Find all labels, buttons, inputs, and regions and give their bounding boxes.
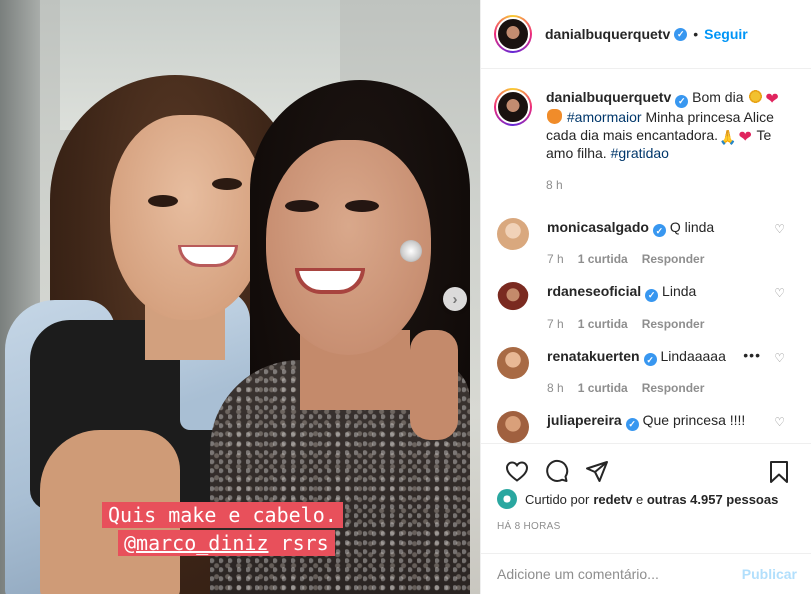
comment-item: rdaneseoficial ✓ Linda 7 h 1 curtida Respon…	[481, 282, 811, 333]
likes-user[interactable]: redetv	[593, 492, 632, 507]
likes-others[interactable]: outras 4.957 pessoas	[647, 492, 779, 507]
verified-icon: ✓	[652, 224, 666, 237]
heart-emoji-icon: ❤	[738, 128, 752, 146]
reply-button[interactable]: Responder	[642, 381, 705, 395]
comment-time[interactable]: 7 h	[547, 252, 564, 266]
girl-eye-right	[212, 178, 242, 190]
heart-icon[interactable]: ♡	[774, 351, 785, 365]
comment-item: monicasalgado ✓ Q linda 7 h 1 curtida Respo…	[481, 217, 811, 269]
comment-username[interactable]: rdaneseoficial	[547, 283, 641, 299]
comment-time[interactable]: 8 h	[547, 381, 564, 395]
comments-list[interactable]: danialbuquerquetv ✓ Bom dia ❤ #amormaior …	[481, 70, 811, 443]
image-caption-line-1: Quis make e cabelo.	[102, 502, 343, 528]
comment-icon[interactable]	[537, 451, 577, 491]
heart-icon[interactable]: ♡	[774, 286, 785, 300]
hashtag-amormaior[interactable]: #amormaior	[567, 109, 642, 125]
comment-item: renatakuerten ✓ Lindaaaaa 8 h 1 curtida Res…	[481, 346, 811, 398]
comment-meta: 8 h 1 curtida Responder	[547, 379, 757, 397]
likes-middle: e	[632, 491, 647, 507]
verified-icon: ✓	[643, 353, 657, 366]
avatar[interactable]	[497, 411, 529, 443]
woman-eye-right	[345, 200, 379, 212]
fox-emoji-icon	[547, 108, 562, 124]
heart-emoji-icon: ❤	[765, 91, 779, 108]
chevron-right-icon[interactable]: ›	[443, 287, 467, 311]
caption-username[interactable]: danialbuquerquetv	[546, 89, 671, 105]
verified-icon: ✓	[675, 94, 689, 108]
comment-text: Q linda	[669, 218, 715, 235]
comment-meta: 7 h 1 curtida Responder	[547, 250, 757, 268]
comment-likes[interactable]: 1 curtida	[578, 381, 628, 395]
post-time-ago[interactable]: HÁ 8 HORAS	[497, 521, 561, 532]
earring	[400, 240, 422, 262]
heart-icon[interactable]	[497, 451, 537, 491]
avatar[interactable]	[497, 282, 529, 314]
avatar[interactable]	[497, 489, 517, 509]
comment-likes[interactable]: 1 curtida	[578, 317, 628, 331]
caption-handle: marco_diniz	[136, 531, 269, 555]
girl-eye-left	[148, 195, 178, 207]
caption-avatar[interactable]	[494, 88, 532, 126]
heart-icon[interactable]: ♡	[774, 415, 785, 429]
comment-form: Publicar	[481, 553, 811, 594]
pray-emoji-icon: 🙏	[719, 128, 737, 145]
reply-button[interactable]: Responder	[642, 252, 705, 266]
comment-username[interactable]: monicasalgado	[547, 219, 649, 235]
post-side-panel: danialbuquerquetv ✓ • Seguir danialbuque…	[480, 0, 811, 594]
comment-text: Que princesa !!!!	[642, 412, 746, 428]
share-icon[interactable]	[577, 451, 617, 491]
comment-meta: 7 h 1 curtida Responder	[547, 315, 757, 333]
woman-eye-left	[285, 200, 319, 212]
comment-input[interactable]	[497, 566, 742, 582]
publish-button[interactable]: Publicar	[742, 566, 797, 582]
woman-hand	[410, 330, 458, 440]
girl-face	[110, 115, 265, 320]
comment-time[interactable]: 7 h	[547, 317, 564, 331]
header-username[interactable]: danialbuquerquetv	[545, 26, 670, 42]
verified-icon: ✓	[674, 27, 688, 41]
comment-username[interactable]: renatakuerten	[547, 348, 640, 364]
post-header: danialbuquerquetv ✓ • Seguir	[481, 0, 811, 69]
comment-likes[interactable]: 1 curtida	[578, 252, 628, 266]
comment-username[interactable]: juliapereira	[547, 412, 622, 428]
avatar[interactable]	[497, 346, 529, 379]
bookmark-icon[interactable]	[759, 452, 799, 492]
verified-icon: ✓	[645, 288, 659, 302]
avatar[interactable]	[497, 217, 529, 250]
comment-text: Lindaaaaa	[660, 347, 726, 364]
post-photo[interactable]: Quis make e cabelo. @marco_diniz rsrs ›	[0, 0, 480, 594]
likes-summary: Curtido por redetv e outras 4.957 pessoa…	[497, 489, 801, 509]
post-caption: danialbuquerquetv ✓ Bom dia ❤ #amormaior …	[481, 70, 811, 194]
avatar[interactable]	[494, 15, 532, 53]
follow-button[interactable]: Seguir	[704, 26, 748, 42]
likes-prefix: Curtido por	[525, 491, 590, 507]
caption-text-1: Bom dia	[688, 89, 748, 105]
reply-button[interactable]: Responder	[642, 317, 705, 331]
image-caption-line-2: @marco_diniz rsrs	[118, 530, 335, 556]
caption-time[interactable]: 8 h	[546, 176, 786, 194]
sun-emoji-icon	[748, 89, 764, 104]
verified-icon: ✓	[625, 417, 639, 431]
comment-item: juliapereira ✓ Que princesa !!!! ♡	[481, 411, 811, 443]
hashtag-gratidao[interactable]: #gratidao	[611, 145, 669, 161]
caption-suffix: rsrs	[268, 531, 329, 555]
separator-dot: •	[693, 26, 699, 42]
caption-at: @	[124, 531, 137, 555]
more-icon[interactable]: •••	[743, 347, 761, 363]
comment-text: Linda	[662, 283, 697, 299]
heart-icon[interactable]: ♡	[774, 222, 785, 236]
post-modal: Quis make e cabelo. @marco_diniz rsrs › …	[0, 0, 811, 594]
